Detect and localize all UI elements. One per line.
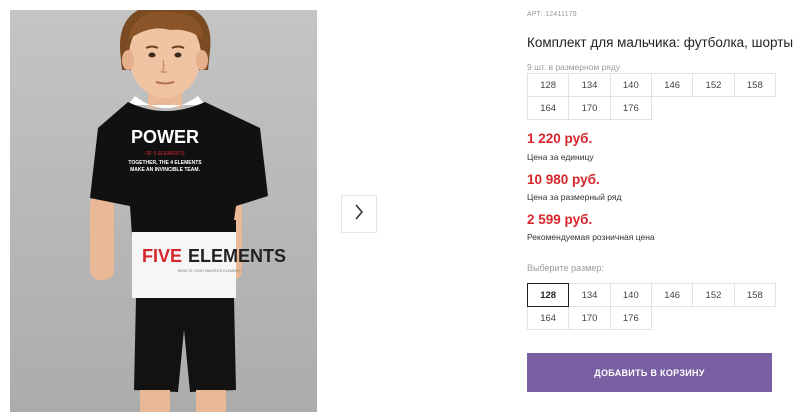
print-favorite-text: WHAT IS YOUR FAVORITE ELEMENT?	[178, 269, 242, 273]
product-info: АРТ: 12411179 Комплект для мальчика: фут…	[527, 0, 800, 412]
product-photo[interactable]: POWER OF 5 ELEMENTS TOGETHER, THE 4 ELEM…	[10, 10, 317, 412]
size-option-176[interactable]: 176	[609, 306, 652, 330]
size-option-152[interactable]: 152	[692, 283, 735, 307]
product-title: Комплект для мальчика: футболка, шорты	[527, 35, 794, 50]
unit-price: 1 220 руб.	[527, 131, 593, 146]
product-photo-next	[420, 10, 505, 412]
size-option-128[interactable]: 128	[527, 283, 570, 307]
choose-size-label: Выберите размер:	[527, 263, 604, 273]
size-row-cell: 170	[568, 96, 611, 120]
size-row-cell: 176	[609, 96, 652, 120]
size-row-cell: 164	[527, 96, 570, 120]
row-price-note: Цена за размерный ряд	[527, 192, 622, 202]
size-option-140[interactable]: 140	[609, 283, 652, 307]
gallery-next-button[interactable]	[341, 195, 377, 233]
retail-price-note: Рекомендуемая розничная цена	[527, 232, 655, 242]
print-make-text: MAKE AN INVINCIBLE TEAM.	[130, 167, 200, 173]
size-option-164[interactable]: 164	[527, 306, 570, 330]
size-option-146[interactable]: 146	[650, 283, 694, 307]
retail-price: 2 599 руб.	[527, 212, 593, 227]
product-article: АРТ: 12411179	[527, 11, 577, 18]
size-selector: 128 134 140 146 152 158 164 170 176	[527, 283, 776, 330]
print-of-five-text: OF 5 ELEMENTS	[145, 151, 185, 157]
size-row-cell: 128	[527, 73, 570, 97]
size-row-label: 9 шт. в размерном ряду	[527, 62, 621, 72]
print-elements-text: ELEMENTS	[188, 246, 286, 266]
size-row-cell: 140	[609, 73, 652, 97]
boy-in-outfit-illustration: POWER OF 5 ELEMENTS TOGETHER, THE 4 ELEM…	[10, 10, 317, 412]
print-together-text: TOGETHER, THE 4 ELEMENTS	[128, 160, 202, 166]
unit-price-note: Цена за единицу	[527, 152, 594, 162]
print-five-text: FIVE	[142, 246, 182, 266]
product-gallery: POWER OF 5 ELEMENTS TOGETHER, THE 4 ELEM…	[0, 0, 505, 412]
size-row-cell: 158	[733, 73, 776, 97]
print-power-text: POWER	[131, 127, 199, 147]
size-row-grid: 128 134 140 146 152 158 164 170 176	[527, 73, 776, 120]
size-row-cell: 152	[692, 73, 735, 97]
add-to-cart-button[interactable]: ДОБАВИТЬ В КОРЗИНУ	[527, 353, 772, 392]
row-price: 10 980 руб.	[527, 172, 600, 187]
size-row-cell: 134	[568, 73, 611, 97]
size-option-134[interactable]: 134	[568, 283, 611, 307]
size-option-170[interactable]: 170	[568, 306, 611, 330]
size-row-cell: 146	[650, 73, 694, 97]
chevron-right-icon	[354, 203, 364, 225]
size-option-158[interactable]: 158	[733, 283, 776, 307]
